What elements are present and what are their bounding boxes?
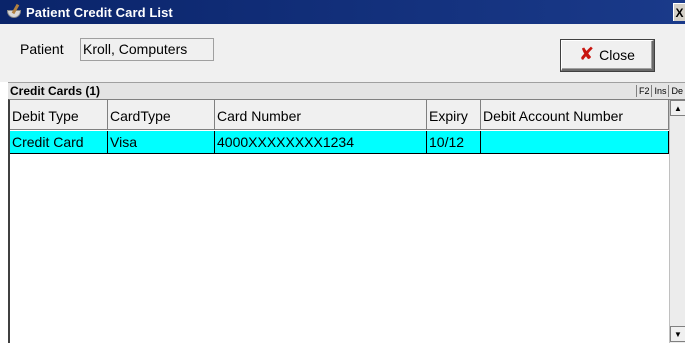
scroll-up-icon[interactable]: ▲ [670, 100, 685, 116]
col-header-debit-type[interactable]: Debit Type [10, 100, 108, 130]
close-button-label: Close [599, 47, 635, 63]
patient-field: Kroll, Computers [80, 38, 214, 61]
col-header-card-type[interactable]: CardType [108, 100, 215, 130]
hotkey-strip: F2 Ins De [635, 85, 685, 97]
hotkey-del[interactable]: De [668, 85, 685, 97]
window-title: Patient Credit Card List [26, 4, 173, 20]
cell-card-number: 4000XXXXXXXX1234 [215, 131, 427, 154]
mortar-pestle-icon [6, 3, 22, 20]
col-header-debit-account-number[interactable]: Debit Account Number [481, 100, 669, 130]
credit-card-grid: Debit Type CardType Card Number Expiry D… [8, 99, 685, 343]
cell-card-type: Visa [108, 131, 215, 154]
credit-cards-header: Credit Cards (1) F2 Ins De [8, 82, 685, 99]
patient-panel: Patient Kroll, Computers ✘ Close [0, 24, 685, 82]
window-close-icon[interactable]: X [673, 3, 685, 21]
cell-expiry: 10/12 [427, 131, 481, 154]
cell-debit-account-number [481, 131, 669, 154]
scroll-down-icon[interactable]: ▼ [670, 326, 685, 342]
col-header-card-number[interactable]: Card Number [215, 100, 427, 130]
table-row[interactable]: Credit Card Visa 4000XXXXXXXX1234 10/12 [10, 131, 669, 154]
vertical-scrollbar[interactable]: ▲ ▼ [669, 100, 685, 343]
hotkey-f2[interactable]: F2 [635, 85, 652, 97]
close-button[interactable]: ✘ Close [561, 40, 654, 71]
col-header-expiry[interactable]: Expiry [427, 100, 481, 130]
section-title: Credit Cards (1) [10, 84, 101, 98]
x-icon: ✘ [579, 44, 595, 65]
cell-debit-type: Credit Card [10, 131, 108, 154]
hotkey-ins[interactable]: Ins [651, 85, 668, 97]
title-bar: Patient Credit Card List X [0, 0, 685, 24]
patient-label: Patient [20, 41, 64, 57]
